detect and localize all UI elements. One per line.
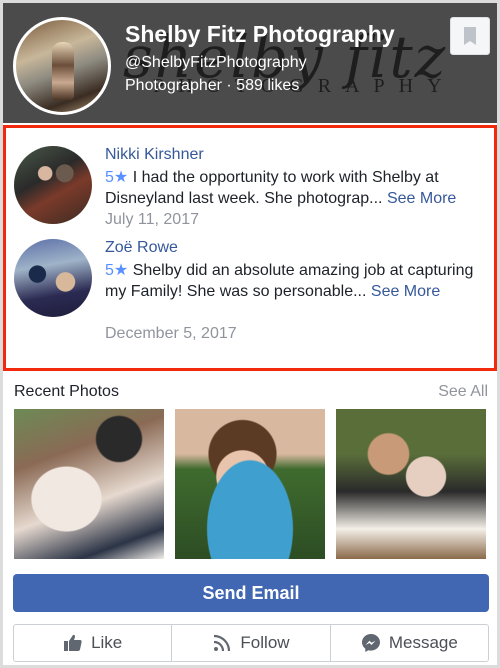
recent-photos-title: Recent Photos [14,383,119,400]
recent-photo-2[interactable] [175,409,325,559]
page-category-likes: Photographer · 589 likes [125,77,300,94]
see-more-link[interactable]: See More [371,283,440,300]
follow-label: Follow [240,633,290,652]
review-date[interactable]: July 11, 2017 [105,211,199,229]
send-email-button[interactable]: Send Email [13,574,489,612]
reviewer-name[interactable]: Nikki Kirshner [105,146,204,164]
thumbs-up-icon [64,634,82,651]
profile-picture[interactable] [13,17,111,115]
like-label: Like [91,633,123,652]
recent-photo-1[interactable] [14,409,164,559]
rating-stars: 5★ [105,169,129,186]
reviews-section: Nikki Kirshner 5★ I had the opportunity … [3,125,497,371]
like-button[interactable]: Like [14,625,173,661]
review-text: 5★ Shelby did an absolute amazing job at… [105,260,490,302]
see-all-link[interactable]: See All [438,383,488,401]
profile-figure [52,42,74,100]
message-button[interactable]: Message [331,625,488,661]
rss-follow-icon [214,634,231,652]
page-header: shelby fitz PHOTOGRAPHY Shelby Fitz Phot… [3,3,497,123]
follow-button[interactable]: Follow [172,625,331,661]
reviewer-avatar[interactable] [14,239,92,317]
bookmark-icon [464,27,476,45]
recent-photo-3[interactable] [336,409,486,559]
page-handle: @ShelbyFitzPhotography [125,54,307,71]
page-plugin-card: shelby fitz PHOTOGRAPHY Shelby Fitz Phot… [3,3,497,665]
messenger-icon [361,634,380,652]
review-text: 5★ I had the opportunity to work with Sh… [105,167,490,209]
message-label: Message [388,633,458,652]
see-more-link[interactable]: See More [387,190,456,207]
page-title[interactable]: Shelby Fitz Photography [125,21,395,48]
rating-stars: 5★ [105,262,129,279]
bookmark-button[interactable] [450,17,490,55]
reviewer-avatar[interactable] [14,146,92,224]
review-date[interactable]: December 5, 2017 [105,325,237,343]
action-bar: Like Follow Message [13,624,489,662]
reviewer-name[interactable]: Zoë Rowe [105,239,178,257]
